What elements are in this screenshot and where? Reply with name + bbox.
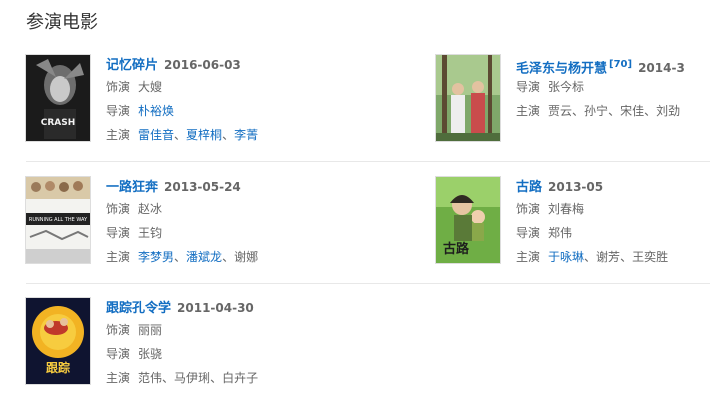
star-link[interactable]: 潘斌龙	[186, 250, 222, 264]
film-poster[interactable]: CRASH	[26, 55, 90, 141]
film-title-link[interactable]: 记忆碎片	[106, 58, 158, 73]
director-label: 导演	[516, 80, 541, 94]
film-poster[interactable]: 古路	[436, 177, 500, 263]
director-label: 导演	[516, 226, 541, 240]
stars-label: 主演	[106, 371, 131, 385]
director-label: 导演	[106, 347, 131, 361]
director-value: 郑伟	[548, 226, 573, 240]
star-name: 马伊琍	[174, 371, 211, 385]
star-link[interactable]: 于咏琳	[548, 250, 584, 264]
film-date: 2013-05-24	[164, 180, 241, 194]
film-card-1: CRASH 记忆碎片 2016-06-03 饰演 大嫂 导演 朴裕焕 主演 雷佳音、夏梓…	[26, 55, 366, 145]
divider	[26, 161, 710, 162]
star-link[interactable]: 李梦男	[138, 250, 174, 264]
director-value: 张骁	[138, 347, 163, 361]
film-card-2: 毛泽东与杨开慧 [70] 2014-3 导演 张今标 主演 贾云、孙宁、宋佳、刘劲	[436, 55, 710, 145]
director-label: 导演	[106, 104, 131, 118]
stars-label: 主演	[516, 104, 541, 118]
film-date: 2013-05	[548, 180, 604, 194]
film-date: 2016-06-03	[164, 58, 241, 72]
director-value: 王钧	[138, 226, 163, 240]
poster-image: 跟踪	[26, 298, 90, 384]
star-name: 谢娜	[234, 250, 259, 264]
role-label: 饰演	[106, 323, 131, 337]
role-value: 刘春梅	[548, 202, 585, 216]
film-title-link[interactable]: 古路	[516, 180, 542, 195]
poster-image: RUNNING ALL THE WAY	[26, 177, 90, 263]
poster-text: 古路	[443, 241, 470, 257]
poster-image: 古路	[436, 177, 500, 263]
star-name: 白卉子	[222, 371, 259, 385]
star-name: 宋佳	[620, 104, 645, 118]
director-value: 张今标	[548, 80, 585, 94]
divider	[26, 283, 710, 284]
film-card-5: 跟踪 跟踪孔令学 2011-04-30 饰演 丽丽 导演 张骁 主演 范伟、马伊琍、白卉…	[26, 298, 366, 388]
star-name: 刘劲	[656, 104, 681, 118]
star-link[interactable]: 李菁	[234, 128, 258, 142]
film-date: 2014-3	[638, 61, 685, 76]
stars-label: 主演	[516, 250, 541, 264]
stars-label: 主演	[106, 250, 131, 264]
film-date: 2011-04-30	[177, 301, 254, 315]
director-label: 导演	[106, 226, 131, 240]
star-link[interactable]: 雷佳音	[138, 128, 174, 142]
film-title-link[interactable]: 一路狂奔	[106, 180, 158, 195]
poster-image: CRASH	[26, 55, 90, 141]
star-name: 范伟	[138, 371, 163, 385]
star-name: 王奕胜	[632, 250, 669, 264]
film-title-link[interactable]: 跟踪孔令学	[106, 301, 171, 316]
role-value: 丽丽	[138, 323, 163, 337]
film-poster[interactable]	[436, 55, 500, 141]
poster-text: CRASH	[41, 118, 76, 128]
role-label: 饰演	[106, 80, 131, 94]
star-name: 孙宁	[584, 104, 609, 118]
film-poster[interactable]: RUNNING ALL THE WAY	[26, 177, 90, 263]
director-link[interactable]: 朴裕焕	[138, 104, 174, 118]
film-card-4: 古路 古路 2013-05 饰演 刘春梅 导演 郑伟 主演 于咏琳、谢芳、王奕胜	[436, 177, 710, 267]
role-label: 饰演	[106, 202, 131, 216]
star-name: 谢芳	[596, 250, 621, 264]
section-title: 参演电影	[26, 12, 98, 33]
film-card-3: RUNNING ALL THE WAY 一路狂奔 2013-05-24 饰演 赵冰 …	[26, 177, 366, 267]
star-link[interactable]: 夏梓桐	[186, 128, 222, 142]
poster-text: RUNNING ALL THE WAY	[29, 217, 88, 223]
star-name: 贾云	[548, 104, 573, 118]
role-value: 大嫂	[138, 80, 163, 94]
footnote-link[interactable]: [70]	[609, 59, 632, 70]
film-poster[interactable]: 跟踪	[26, 298, 90, 384]
stars-label: 主演	[106, 128, 131, 142]
role-value: 赵冰	[138, 202, 163, 216]
poster-text: 跟踪	[46, 360, 70, 375]
poster-image	[436, 55, 500, 141]
role-label: 饰演	[516, 202, 541, 216]
